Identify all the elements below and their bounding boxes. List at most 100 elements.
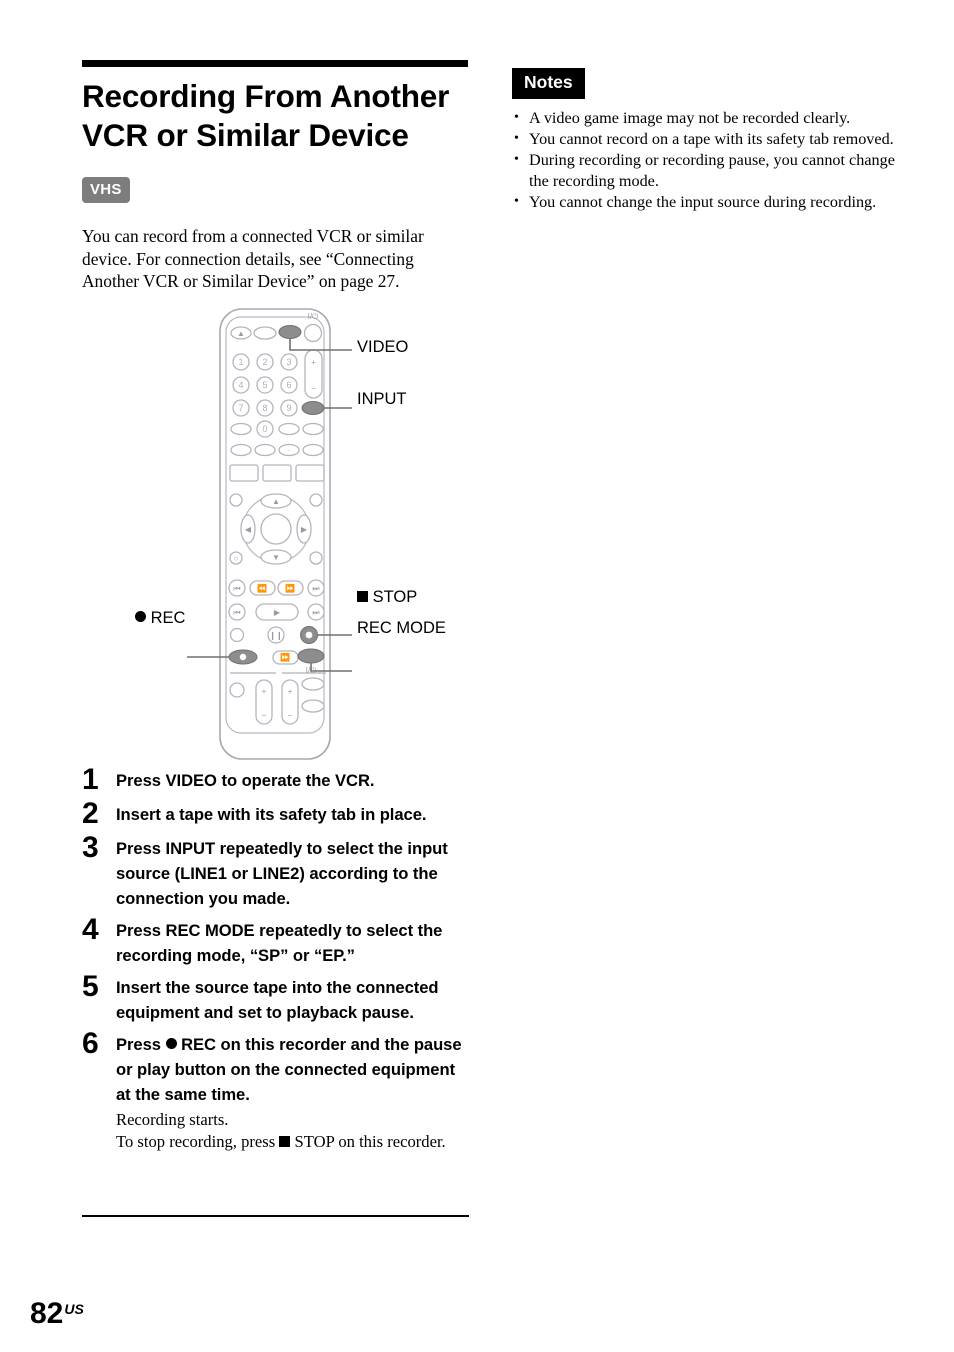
step6-sub-after: STOP on this recorder.: [290, 1132, 446, 1151]
callout-label-rec-text: REC: [150, 609, 186, 627]
intro-paragraph: You can record from a connected VCR or s…: [82, 226, 424, 291]
step-number: 4: [82, 913, 99, 946]
svg-text:+: +: [311, 358, 316, 367]
dpad-cluster: ○ ▲ ▼ ◀ ▶: [229, 493, 323, 565]
svg-text:2: 2: [262, 357, 267, 367]
rec-mode-button-highlighted: [297, 648, 325, 664]
step-item: 1 Press VIDEO to operate the VCR.: [82, 763, 474, 796]
callout-label-rec: REC: [135, 609, 185, 628]
step6-text-before: Press: [116, 1035, 166, 1054]
notes-heading: Notes: [512, 68, 585, 99]
svg-text:▶: ▶: [274, 608, 281, 617]
svg-text:○: ○: [234, 554, 239, 563]
svg-text:3: 3: [286, 357, 291, 367]
step-number: 2: [82, 797, 99, 830]
callout-label-video: VIDEO: [357, 338, 409, 356]
svg-text:◀: ◀: [245, 525, 252, 534]
step-text: Insert the source tape into the connecte…: [116, 978, 439, 1022]
svg-text:·: ·: [288, 446, 291, 455]
note-item: A video game image may not be recorded c…: [512, 107, 902, 129]
svg-text:9: 9: [286, 403, 291, 413]
svg-text:0: 0: [262, 424, 267, 434]
svg-text:⏮: ⏮: [233, 608, 240, 617]
svg-text:6: 6: [286, 380, 291, 390]
input-button-highlighted: [301, 401, 325, 415]
step-body: Insert a tape with its safety tab in pla…: [116, 802, 474, 827]
notes-list: A video game image may not be recorded c…: [512, 107, 902, 213]
svg-text:−: −: [311, 384, 316, 393]
remote-control-illustration: .ol { fill:none; stroke:#a8a8b0; stroke-…: [187, 308, 352, 760]
svg-text:+: +: [288, 687, 293, 696]
step-number: 5: [82, 970, 99, 1003]
procedure-steps: 1 Press VIDEO to operate the VCR. 2 Inse…: [82, 763, 474, 1160]
svg-text:+: +: [262, 687, 267, 696]
key-misc-right: [278, 422, 300, 436]
soft-key-row: [229, 464, 325, 482]
svg-text:⏭: ⏭: [312, 584, 319, 593]
step-subtext: Recording starts. To stop recording, pre…: [116, 1109, 474, 1153]
step6-sub-line2: To stop recording, press STOP on this re…: [116, 1131, 474, 1153]
step-item: 5 Insert the source tape into the connec…: [82, 970, 474, 1025]
aux-button: [302, 422, 324, 436]
svg-text:▼: ▼: [272, 553, 280, 562]
page-number-value: 82: [30, 1297, 64, 1330]
transport-row-2: ⏮ ▶ ⏭: [228, 603, 325, 621]
note-item: During recording or recording pause, you…: [512, 149, 902, 192]
svg-text:−: −: [262, 711, 267, 720]
stop-square-icon: [357, 591, 368, 602]
note-item: You cannot change the input source durin…: [512, 191, 902, 213]
header-rule: [82, 60, 468, 67]
step-body: Press REC on this recorder and the pause…: [116, 1032, 474, 1153]
left-column: Recording From Another VCR or Similar De…: [82, 60, 470, 293]
transport-row-3: ❙❙: [229, 626, 318, 644]
step-number: 1: [82, 763, 99, 796]
svg-text:4: 4: [238, 380, 243, 390]
step-item: 2 Insert a tape with its safety tab in p…: [82, 797, 474, 830]
footer-rule: [82, 1215, 469, 1217]
callout-label-stop-text: STOP: [372, 588, 418, 606]
svg-text:⏩: ⏩: [285, 583, 295, 593]
step-text: Press VIDEO to operate the VCR.: [116, 771, 375, 790]
svg-text:⏭: ⏭: [312, 608, 319, 617]
step-item: 3 Press INPUT repeatedly to select the i…: [82, 831, 474, 911]
video-button-highlighted: [278, 325, 302, 339]
step6-sub-before: To stop recording, press: [116, 1132, 280, 1151]
step-body: Press INPUT repeatedly to select the inp…: [116, 836, 474, 911]
svg-text:−: −: [288, 711, 293, 720]
callout-line-rec-mode: [310, 663, 352, 672]
format-badge-vhs: VHS: [82, 177, 130, 203]
callout-label-rec-mode: REC MODE: [357, 619, 446, 637]
bottom-rocker-row: + − + −: [229, 677, 325, 725]
step-number: 6: [82, 1027, 99, 1060]
power-button: [303, 323, 323, 343]
tv-button: [253, 326, 277, 340]
step-text: Insert a tape with its safety tab in pla…: [116, 805, 427, 824]
svg-text:⏩: ⏩: [280, 652, 290, 662]
record-circle-icon: [135, 611, 146, 622]
step-number: 3: [82, 831, 99, 864]
stop-square-icon: [279, 1136, 291, 1147]
svg-text:8: 8: [262, 403, 267, 413]
svg-text:❙❙: ❙❙: [269, 631, 282, 640]
page-number: 82US: [30, 1294, 84, 1329]
step-body: Press VIDEO to operate the VCR.: [116, 768, 474, 793]
note-item: You cannot record on a tape with its saf…: [512, 128, 902, 150]
svg-text:1: 1: [238, 357, 243, 367]
notes-panel: Notes A video game image may not be reco…: [512, 68, 902, 213]
record-circle-icon: [165, 1038, 177, 1049]
numeric-keypad: 1 2 3 4 5 6 7 8 9 0: [230, 353, 300, 438]
step-body: Press REC MODE repeatedly to select the …: [116, 918, 474, 968]
step-item: 6 Press REC on this recorder and the pau…: [82, 1027, 474, 1153]
step6-sub-line1: Recording starts.: [116, 1110, 229, 1129]
dpad-enter: [260, 513, 292, 545]
svg-text:I/⏻: I/⏻: [308, 312, 319, 321]
svg-text:⏮: ⏮: [233, 584, 240, 593]
callout-label-stop: STOP: [357, 588, 417, 607]
key-misc-left: [230, 422, 252, 436]
remote-control-diagram: .ol { fill:none; stroke:#a8a8b0; stroke-…: [130, 305, 600, 770]
step-text: Press INPUT repeatedly to select the inp…: [116, 839, 448, 908]
svg-text:5: 5: [262, 380, 267, 390]
step-body: Insert the source tape into the connecte…: [116, 975, 474, 1025]
svg-text:7: 7: [238, 403, 243, 413]
transport-row-1: ⏮ ⏪ ⏩ ⏭: [228, 579, 325, 597]
